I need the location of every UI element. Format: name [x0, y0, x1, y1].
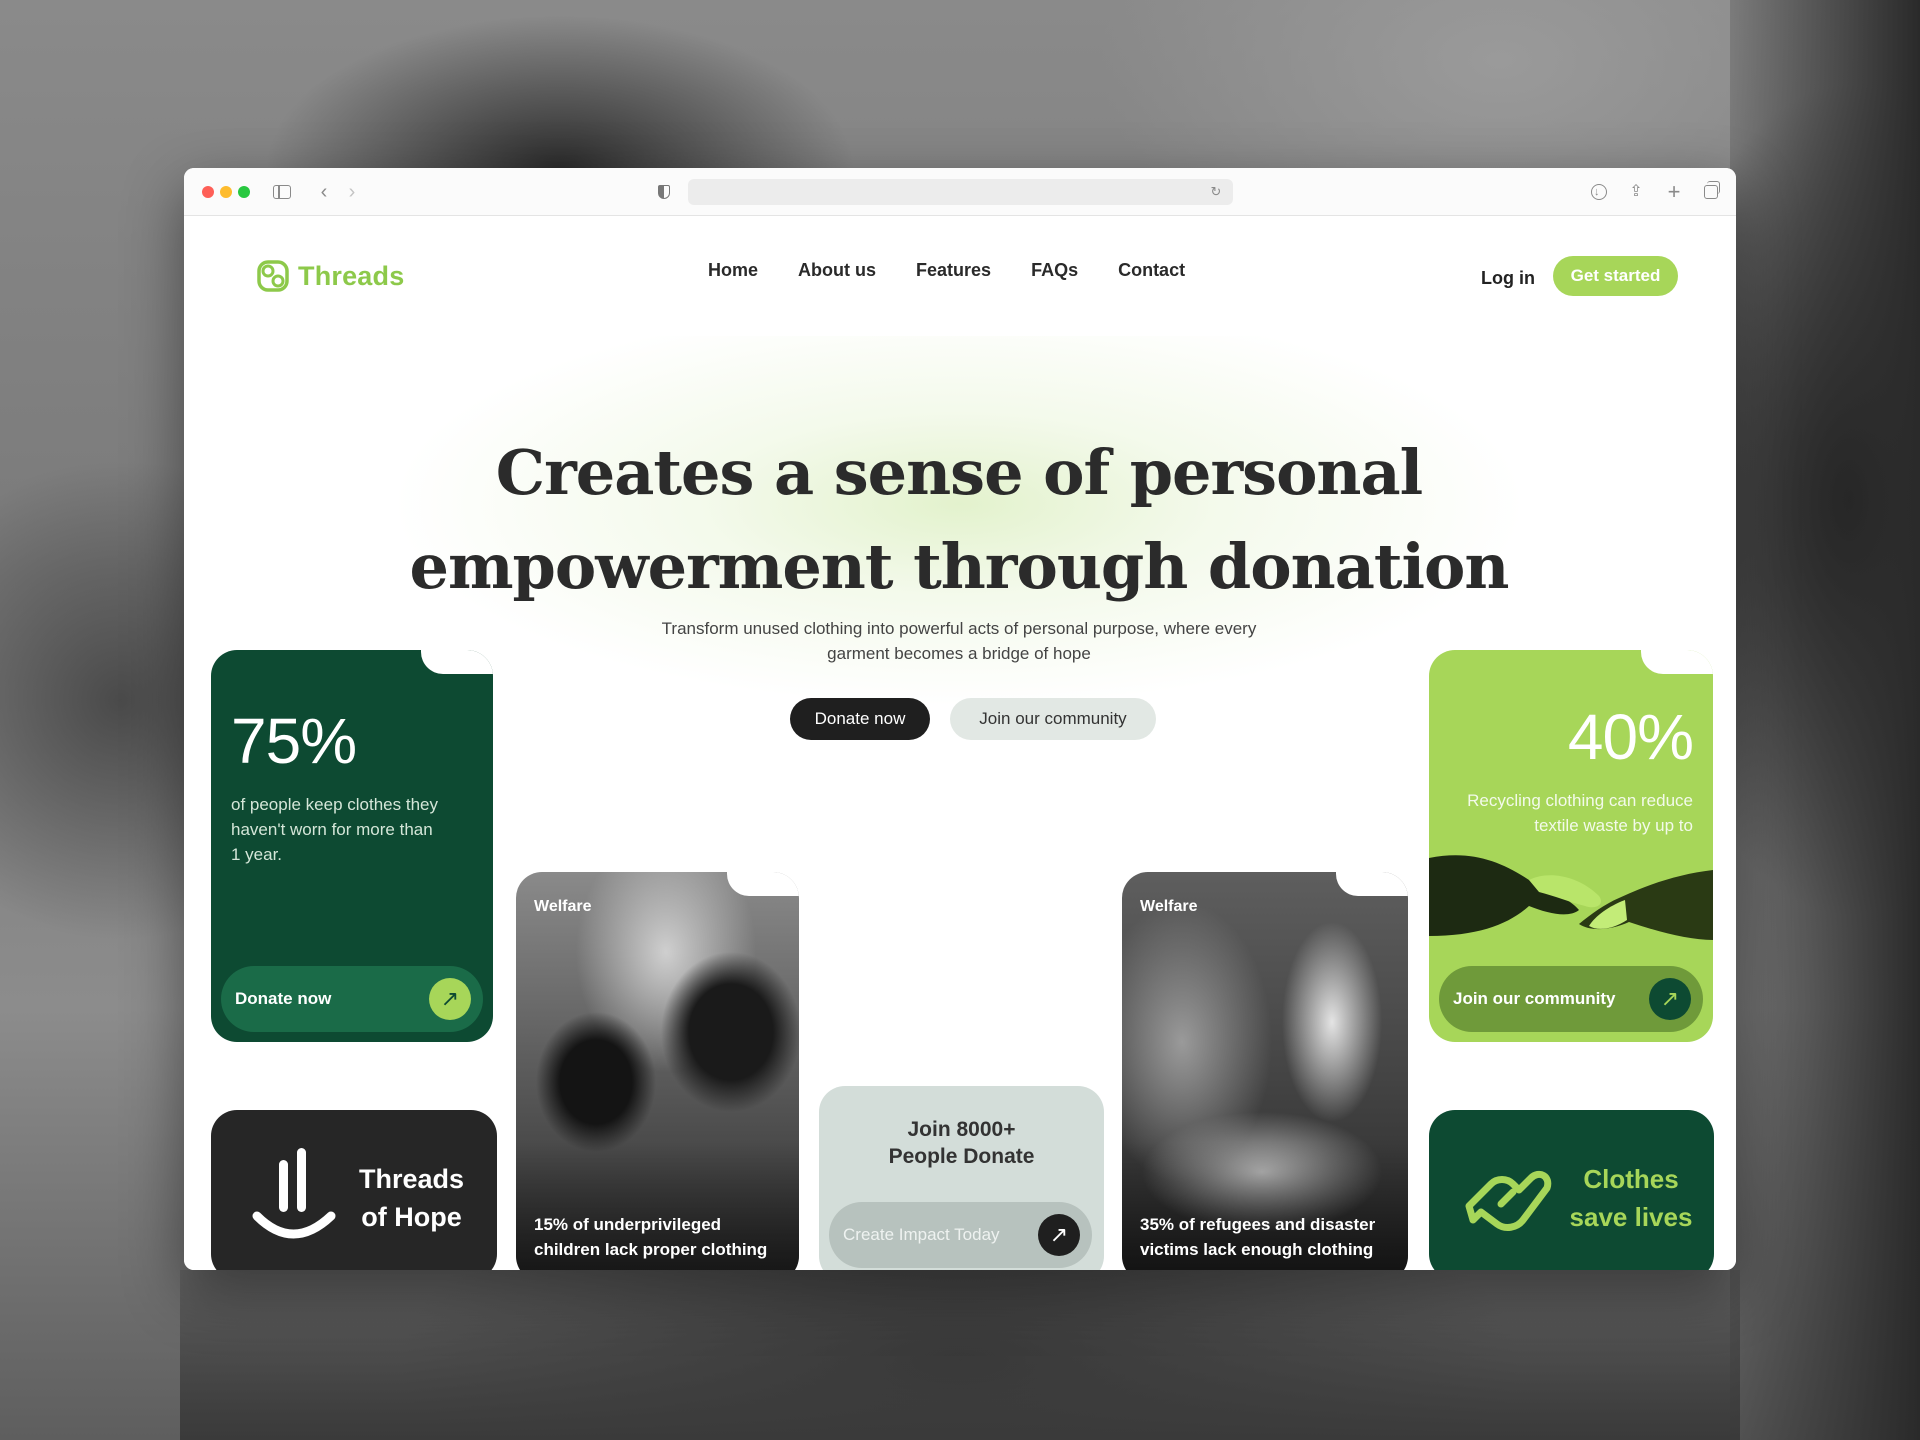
join-title: Join 8000+ People Donate: [819, 1116, 1104, 1170]
card-donate-button[interactable]: Donate now ↗: [221, 966, 483, 1032]
close-window-button[interactable]: [202, 186, 214, 198]
background-shadow-bottom: [180, 1270, 1740, 1440]
login-link[interactable]: Log in: [1481, 266, 1535, 290]
main-nav: Home About us Features FAQs Contact: [708, 258, 1225, 282]
create-impact-label: Create Impact Today: [843, 1225, 1000, 1244]
arrow-up-right-icon: ↗: [1038, 1214, 1080, 1256]
brand-card-line-2: of Hope: [361, 1202, 462, 1232]
hero-subtitle: Transform unused clothing into powerful …: [661, 619, 1257, 663]
join-community-button[interactable]: Join our community: [950, 698, 1156, 740]
nav-contact[interactable]: Contact: [1118, 258, 1185, 282]
donate-now-button[interactable]: Donate now: [790, 698, 930, 740]
brand-card-text: Threads of Hope: [359, 1160, 464, 1236]
smile-icon: [252, 1148, 336, 1239]
stat-description: Recycling clothing can reduce textile wa…: [1467, 791, 1693, 835]
join-title-line-1: Join 8000+: [907, 1118, 1016, 1141]
hero-title: Creates a sense of personal empowerment …: [334, 426, 1584, 614]
clothes-save-lives-card: Clothes save lives: [1429, 1110, 1714, 1270]
nav-home[interactable]: Home: [708, 258, 758, 282]
welfare-photo-card-refugees[interactable]: Welfare 35% of refugees and disaster vic…: [1122, 872, 1408, 1270]
hands-image: [1429, 855, 1713, 940]
sidebar-icon[interactable]: [270, 180, 294, 204]
shield-icon[interactable]: [652, 180, 676, 204]
card-donate-label: Donate now: [235, 989, 332, 1008]
brand-name: Threads: [298, 260, 405, 291]
create-impact-button[interactable]: Create Impact Today ↗: [829, 1202, 1092, 1268]
card-join-community-button[interactable]: Join our community ↗: [1439, 966, 1703, 1032]
nav-about-us[interactable]: About us: [798, 258, 876, 282]
download-icon[interactable]: [1587, 180, 1611, 204]
welfare-photo-card-children[interactable]: Welfare 15% of underprivileged children …: [516, 872, 799, 1270]
brand-card-line-1: Threads: [359, 1164, 465, 1194]
web-page: Threads Home About us Features FAQs Cont…: [184, 216, 1736, 1270]
brand-logo[interactable]: Threads: [256, 256, 404, 296]
back-icon[interactable]: ‹: [312, 180, 336, 204]
hero-title-line-1: Creates a sense of personal: [495, 436, 1423, 509]
tabs-overview-icon[interactable]: [1699, 180, 1723, 204]
clothes-line-2: save lives: [1569, 1202, 1693, 1232]
photo-caption: 35% of refugees and disaster victims lac…: [1140, 1215, 1376, 1259]
card-join-label: Join our community: [1453, 989, 1616, 1008]
nav-faqs[interactable]: FAQs: [1031, 258, 1078, 282]
nav-features[interactable]: Features: [916, 258, 991, 282]
photo-tag: Welfare: [1140, 898, 1198, 915]
stat-value: 75%: [231, 705, 357, 777]
photo-tag: Welfare: [534, 898, 592, 915]
share-icon[interactable]: ⇪: [1624, 180, 1648, 204]
stat-card-40: 40% Recycling clothing can reduce textil…: [1429, 650, 1713, 1042]
arrow-up-right-icon: ↗: [1649, 978, 1691, 1020]
heart-hand-icon: [1465, 1170, 1552, 1231]
join-donors-card: Join 8000+ People Donate Create Impact T…: [819, 1086, 1104, 1270]
stat-description: of people keep clothes they haven't worn…: [231, 795, 438, 864]
photo-caption: 15% of underprivileged children lack pro…: [534, 1215, 768, 1259]
maximize-window-button[interactable]: [238, 186, 250, 198]
threads-of-hope-card: Threads of Hope: [211, 1110, 497, 1270]
clothes-line-1: Clothes: [1583, 1164, 1679, 1194]
browser-toolbar: ‹ › ↻ ⇪ +: [184, 168, 1736, 216]
threads-logo-icon: [257, 260, 289, 292]
background-shadow-right: [1730, 0, 1920, 1440]
hero-title-line-2: empowerment through donation: [409, 530, 1510, 603]
browser-window: ‹ › ↻ ⇪ + Threads Home About us Features…: [184, 168, 1736, 1270]
stat-value: 40%: [1567, 701, 1694, 773]
clothes-text: Clothes save lives: [1561, 1160, 1701, 1236]
reload-icon[interactable]: ↻: [1204, 180, 1228, 204]
get-started-button[interactable]: Get started: [1553, 256, 1678, 296]
minimize-window-button[interactable]: [220, 186, 232, 198]
join-title-line-2: People Donate: [888, 1145, 1035, 1168]
address-bar[interactable]: [688, 179, 1233, 205]
stat-card-75: 75% of people keep clothes they haven't …: [211, 650, 493, 1042]
arrow-up-right-icon: ↗: [429, 978, 471, 1020]
new-tab-icon[interactable]: +: [1662, 180, 1686, 204]
forward-icon[interactable]: ›: [340, 180, 364, 204]
